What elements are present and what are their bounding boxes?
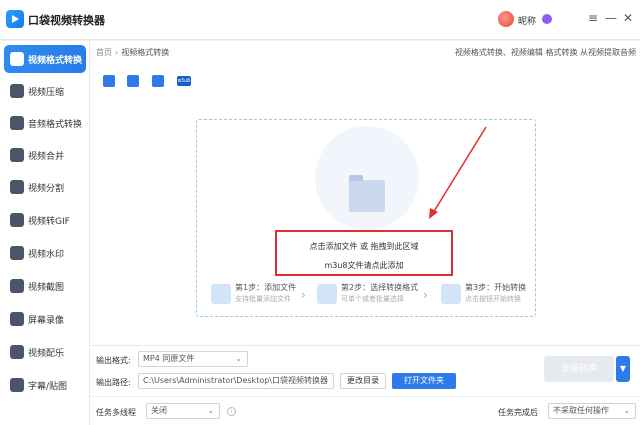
change-dir-button[interactable]: 更改目录 [340,373,386,389]
sidebar-item-label: 视频格式转换 [28,56,83,66]
compress-icon [10,84,24,98]
split-icon [10,180,24,194]
subtitle-icon [10,378,24,392]
sidebar-item-label: 视频配乐 [28,349,65,359]
sidebar-item-label: 视频分割 [28,184,65,194]
after-complete-select[interactable]: 不采取任何操作 ⌄ [548,403,636,419]
screen-record-icon [10,312,24,326]
sidebar: 视频格式转换 视频压缩 音频格式转换 视频合并 视频分割 视频转GIF 视频水印… [0,41,90,425]
user-avatar[interactable] [498,11,514,27]
sidebar-item-label: 视频合并 [28,152,65,162]
user-name[interactable]: 昵称 [518,14,536,27]
app-logo-icon [6,10,24,28]
screenshot-icon [10,279,24,293]
sidebar-item-label: 视频水印 [28,250,65,260]
annotation-arrow-line [432,126,487,214]
sidebar-item-merge[interactable]: 视频合并 [4,141,86,169]
video-convert-icon [10,52,24,66]
sidebar-item-screenshot[interactable]: 视频截图 [4,272,86,300]
app-title: 口袋视频转换器 [28,14,105,27]
music-icon [10,345,24,359]
merge-icon [10,148,24,162]
output-path-label: 输出路径: [96,378,131,387]
chevron-down-icon: ⌄ [235,354,242,363]
vip-icon[interactable] [542,14,552,24]
close-icon[interactable]: ✕ [620,10,636,26]
divider [90,396,640,397]
sidebar-item-label: 视频转GIF [28,217,70,227]
sidebar-item-subtitle[interactable]: 字幕/贴图 [4,371,86,399]
gif-icon [10,213,24,227]
output-format-label: 输出格式: [96,356,131,365]
audio-convert-icon [10,116,24,130]
sidebar-item-audio-convert[interactable]: 音频格式转换 [4,109,86,137]
chevron-down-icon: ⌄ [207,406,214,415]
after-complete-label: 任务完成后 [498,408,538,417]
sidebar-item-video-convert[interactable]: 视频格式转换 [4,45,86,73]
sidebar-item-split[interactable]: 视频分割 [4,173,86,201]
sidebar-item-label: 音频格式转换 [28,120,83,130]
watermark-icon [10,246,24,260]
output-path-field[interactable]: C:\Users\Administrator\Desktop\口袋视频转换器 [138,373,334,389]
info-icon[interactable]: i [227,407,236,416]
sidebar-item-label: 视频截图 [28,283,65,293]
sidebar-item-screen-record[interactable]: 屏幕录像 [4,305,86,333]
multithread-value: 关闭 [151,406,167,415]
chevron-down-icon: ⌄ [623,406,630,415]
open-folder-button[interactable]: 打开文件夹 [392,373,456,389]
menu-icon[interactable]: ≡ [585,10,601,26]
title-bar: 口袋视频转换器 昵称 ≡ — ✕ [0,0,640,40]
bottom-panel: 输出格式: MP4 同原文件 ⌄ 输出路径: C:\Users\Administ… [90,345,640,425]
sidebar-item-label: 字幕/贴图 [28,382,68,392]
minimize-icon[interactable]: — [603,10,619,26]
sidebar-item-compress[interactable]: 视频压缩 [4,77,86,105]
multithread-label: 任务多线程 [96,408,136,417]
main-panel: 首页 › 视频格式转换 视频格式转换、视频编辑 格式转换 从视频提取音频 m3u8 … [90,41,640,345]
sidebar-item-gif[interactable]: 视频转GIF [4,206,86,234]
annotation-arrow [429,126,487,219]
convert-options-button[interactable]: ▼ [616,356,630,382]
output-path-value: C:\Users\Administrator\Desktop\口袋视频转换器 [143,376,328,385]
after-complete-value: 不采取任何操作 [553,406,609,415]
output-format-select[interactable]: MP4 同原文件 ⌄ [138,351,248,367]
sidebar-item-label: 屏幕录像 [28,316,65,326]
sidebar-item-watermark[interactable]: 视频水印 [4,239,86,267]
output-format-value: MP4 同原文件 [143,354,195,363]
convert-all-button[interactable]: 全部转换 [544,356,614,382]
sidebar-item-music[interactable]: 视频配乐 [4,338,86,366]
annotation-arrow-head [429,208,438,219]
sidebar-item-label: 视频压缩 [28,88,65,98]
multithread-select[interactable]: 关闭 ⌄ [146,403,220,419]
